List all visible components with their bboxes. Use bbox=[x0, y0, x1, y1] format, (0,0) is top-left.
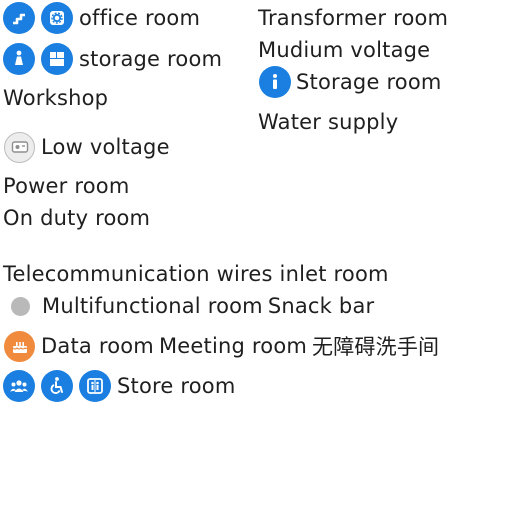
power-room-label: Power room bbox=[3, 174, 130, 198]
on-duty-room-label: On duty room bbox=[3, 206, 151, 230]
legend-data-room: Data room Meeting room 无障碍洗手间 bbox=[4, 330, 439, 362]
legend-store-room: Store room bbox=[3, 370, 236, 402]
legend-water-supply: Water supply bbox=[258, 106, 398, 138]
elevator-icon bbox=[79, 370, 111, 402]
info-icon bbox=[259, 66, 291, 98]
legend-on-duty-room: On duty room bbox=[3, 202, 150, 234]
meeting-room-label: Meeting room bbox=[158, 334, 308, 358]
telecom-room-label: Telecommunication wires inlet room bbox=[3, 262, 389, 286]
accessible-restroom-label: 无障碍洗手间 bbox=[312, 335, 440, 359]
storage-room-label: storage room bbox=[79, 47, 223, 71]
workshop-label: Workshop bbox=[3, 86, 109, 110]
mudium-voltage-label: Mudium voltage bbox=[258, 38, 431, 62]
legend-office-room: office room bbox=[3, 2, 200, 34]
office-room-label: office room bbox=[79, 6, 201, 30]
grid-icon bbox=[41, 43, 73, 75]
legend-power-room: Power room bbox=[3, 170, 130, 202]
gray-dot-icon bbox=[11, 296, 30, 316]
legend-storage-room: storage room bbox=[3, 43, 222, 75]
transformer-room-label: Transformer room bbox=[258, 6, 449, 30]
gear-icon bbox=[41, 2, 73, 34]
legend-telecom-room: Telecommunication wires inlet room bbox=[3, 258, 389, 290]
person-icon bbox=[3, 43, 35, 75]
cake-icon bbox=[4, 330, 35, 362]
legend-transformer-room: Transformer room bbox=[258, 2, 448, 34]
legend-multifunctional-room: Multifunctional room Snack bar bbox=[0, 290, 374, 322]
data-room-label: Data room bbox=[41, 334, 154, 358]
low-voltage-label: Low voltage bbox=[41, 135, 170, 159]
legend-workshop: Workshop bbox=[3, 82, 108, 114]
legend-mudium-voltage: Mudium voltage bbox=[258, 34, 430, 66]
multifunctional-room-label: Multifunctional room bbox=[42, 294, 263, 318]
store-room-label: Store room bbox=[117, 374, 236, 398]
water-supply-label: Water supply bbox=[258, 110, 399, 134]
legend-low-voltage: Low voltage bbox=[4, 131, 170, 163]
legend-storage-room-upper: Storage room bbox=[259, 66, 442, 98]
storage-room-upper-label: Storage room bbox=[296, 70, 442, 94]
stairs-icon bbox=[3, 2, 35, 34]
wheelchair-icon bbox=[41, 370, 73, 402]
snack-bar-label: Snack bar bbox=[267, 294, 375, 318]
power-socket-icon bbox=[4, 131, 35, 163]
group-icon bbox=[3, 370, 35, 402]
